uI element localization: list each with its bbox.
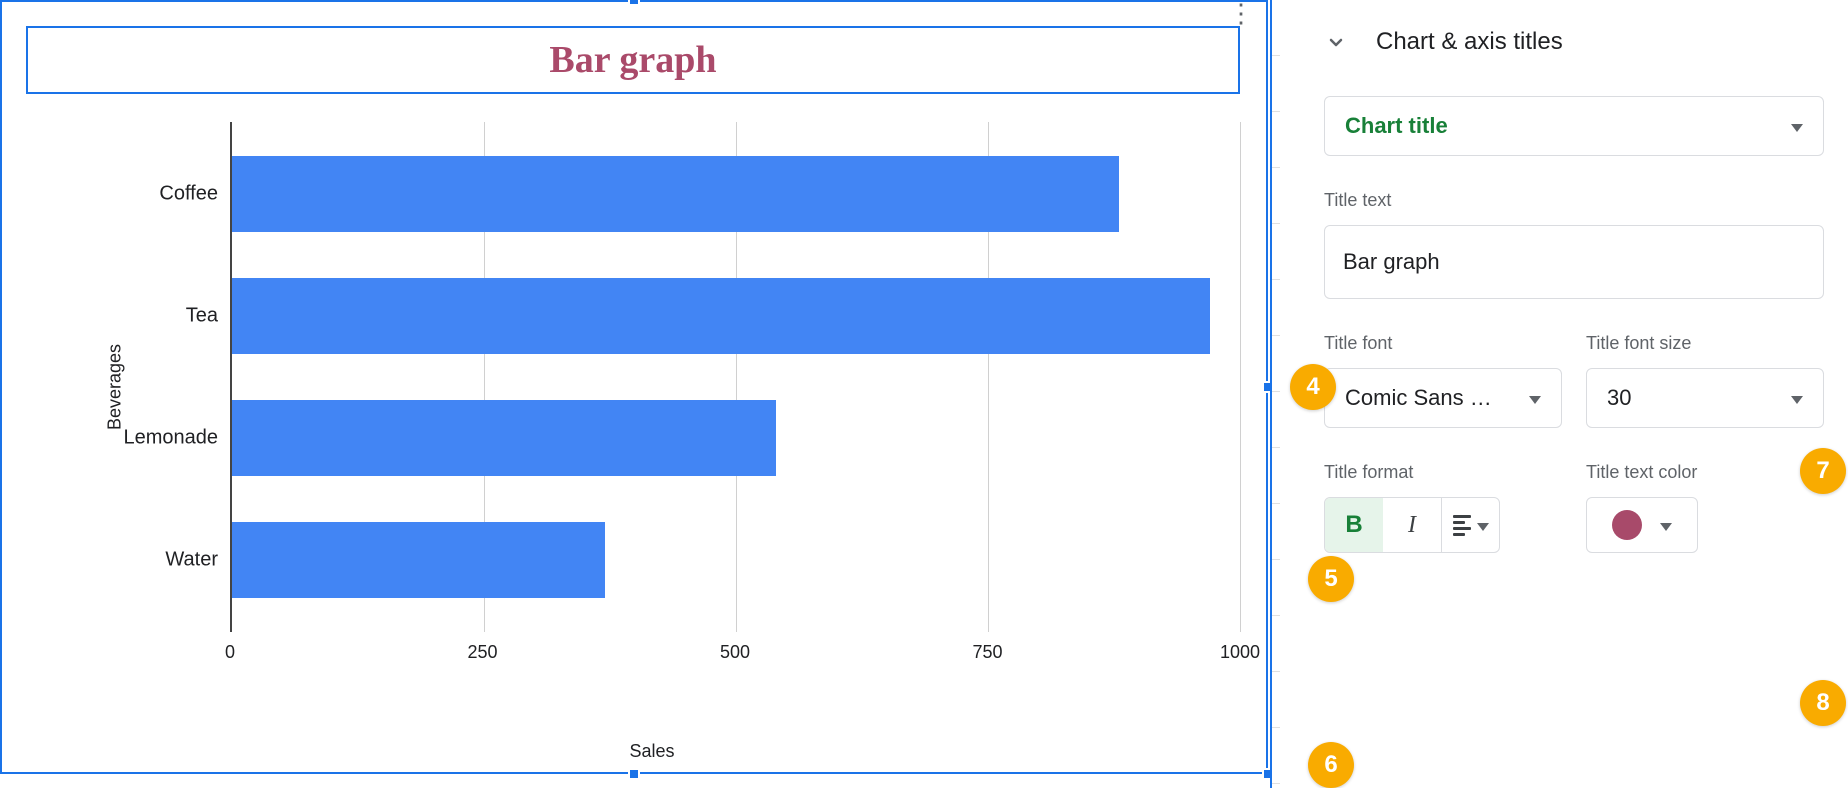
title-format-group: B I	[1324, 497, 1500, 553]
callout-6: 6	[1308, 742, 1354, 788]
title-text-input[interactable]: Bar graph	[1324, 225, 1824, 299]
chart-title-editor[interactable]: Bar graph	[26, 26, 1240, 94]
callout-4: 4	[1290, 364, 1336, 410]
chart-title-text: Bar graph	[549, 38, 716, 82]
chart-canvas[interactable]: ⋮ Bar graph Beverages Coffee Tea Lemonad…	[0, 0, 1280, 788]
x-tick-label: 1000	[1220, 642, 1260, 663]
title-selector-dropdown[interactable]: Chart title	[1324, 96, 1824, 156]
bar-lemonade[interactable]	[232, 400, 776, 476]
callout-7: 7	[1800, 448, 1846, 494]
y-tick-label: Lemonade	[78, 427, 218, 450]
chart-more-menu-icon[interactable]: ⋮	[1228, 8, 1254, 18]
spreadsheet-grid-peek	[1270, 0, 1280, 788]
title-font-size-dropdown[interactable]: 30	[1586, 368, 1824, 428]
y-tick-label: Water	[78, 549, 218, 572]
bold-button[interactable]: B	[1325, 498, 1383, 552]
bar-tea[interactable]	[232, 278, 1210, 354]
title-font-size-value: 30	[1607, 385, 1631, 411]
resize-handle-top[interactable]	[628, 0, 640, 6]
align-button[interactable]	[1441, 498, 1499, 552]
plot-inner	[230, 122, 1240, 632]
label-title-text: Title text	[1324, 190, 1824, 211]
callout-8: 8	[1800, 680, 1846, 726]
label-title-font: Title font	[1324, 333, 1562, 354]
x-tick-label: 250	[467, 642, 497, 663]
resize-handle-bottom[interactable]	[628, 768, 640, 780]
label-title-color: Title text color	[1586, 462, 1824, 483]
y-tick-label: Tea	[78, 305, 218, 328]
resize-handle-left-hint[interactable]	[0, 383, 2, 391]
chart-selection-box[interactable]: ⋮ Bar graph Beverages Coffee Tea Lemonad…	[0, 0, 1268, 774]
chevron-down-icon	[1791, 396, 1803, 404]
chevron-down-icon	[1477, 523, 1489, 531]
label-title-format: Title format	[1324, 462, 1562, 483]
callout-5: 5	[1308, 556, 1354, 602]
chevron-down-icon	[1660, 523, 1672, 531]
x-tick-label: 500	[720, 642, 750, 663]
title-font-dropdown[interactable]: Comic Sans …	[1324, 368, 1562, 428]
chevron-down-icon	[1529, 396, 1541, 404]
chart-plot-area: Beverages Coffee Tea Lemonade Water	[62, 122, 1242, 652]
color-swatch	[1612, 510, 1642, 540]
section-label: Chart & axis titles	[1376, 28, 1563, 56]
title-selector-value: Chart title	[1345, 113, 1448, 139]
section-chart-axis-titles[interactable]: Chart & axis titles	[1324, 28, 1824, 56]
gridline	[1240, 122, 1241, 632]
bar-water[interactable]	[232, 522, 605, 598]
chevron-down-icon	[1791, 124, 1803, 132]
italic-button[interactable]: I	[1383, 498, 1441, 552]
y-tick-label: Coffee	[78, 183, 218, 206]
title-font-value: Comic Sans …	[1345, 385, 1492, 411]
x-tick-label: 750	[972, 642, 1002, 663]
y-axis-title: Beverages	[105, 344, 126, 430]
title-text-value: Bar graph	[1343, 249, 1440, 275]
chevron-down-icon	[1324, 30, 1348, 54]
bar-coffee[interactable]	[232, 156, 1119, 232]
title-color-picker[interactable]	[1586, 497, 1698, 553]
align-left-icon	[1453, 515, 1471, 536]
x-tick-label: 0	[225, 642, 235, 663]
chart-editor-sidebar: Chart & axis titles Chart title Title te…	[1280, 0, 1848, 788]
x-axis-title: Sales	[629, 741, 674, 762]
label-title-font-size: Title font size	[1586, 333, 1824, 354]
